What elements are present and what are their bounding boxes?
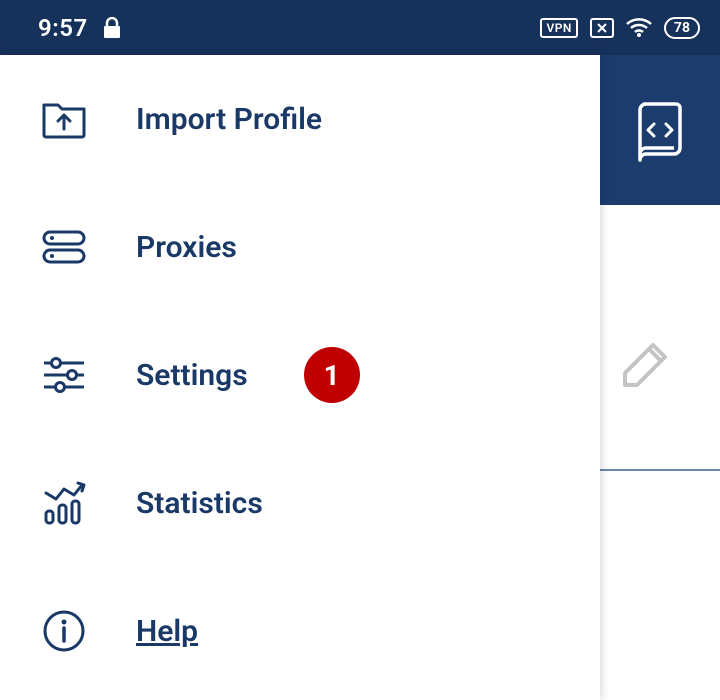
edit-button[interactable]: [615, 335, 675, 395]
menu-item-label: Proxies: [136, 230, 237, 265]
menu-item-label: Settings: [136, 358, 248, 393]
clock-text: 9:57: [38, 14, 88, 42]
menu-item-label: Import Profile: [136, 102, 322, 137]
menu-item-label: Statistics: [136, 486, 263, 521]
statusbar: 9:57 VPN: [0, 0, 720, 55]
help-icon: [42, 609, 86, 653]
menu-item-proxies[interactable]: Proxies: [0, 183, 600, 311]
app-header: [600, 55, 720, 205]
annotation-badge: 1: [304, 347, 360, 403]
content-divider: [600, 469, 720, 471]
statusbar-right: VPN 78: [540, 17, 700, 39]
statusbar-left: 9:57: [38, 14, 122, 42]
menu-item-settings[interactable]: Settings 1: [0, 311, 600, 439]
menu-item-statistics[interactable]: Statistics: [0, 439, 600, 567]
statistics-icon: [42, 481, 86, 525]
menu-item-help[interactable]: Help: [0, 567, 600, 695]
proxies-icon: [42, 225, 86, 269]
lock-icon: [102, 17, 122, 39]
menu-item-label: Help: [136, 614, 198, 649]
settings-icon: [42, 353, 86, 397]
import-icon: [42, 97, 86, 141]
close-box-icon: [590, 18, 614, 38]
nav-drawer: Import Profile Proxies: [0, 55, 600, 700]
menu-item-import-profile[interactable]: Import Profile: [0, 55, 600, 183]
vpn-badge: VPN: [540, 18, 577, 38]
wifi-icon: [626, 18, 652, 38]
battery-badge: 78: [664, 17, 700, 39]
screen: 9:57 VPN: [0, 0, 720, 700]
profile-script-icon[interactable]: [632, 98, 688, 162]
